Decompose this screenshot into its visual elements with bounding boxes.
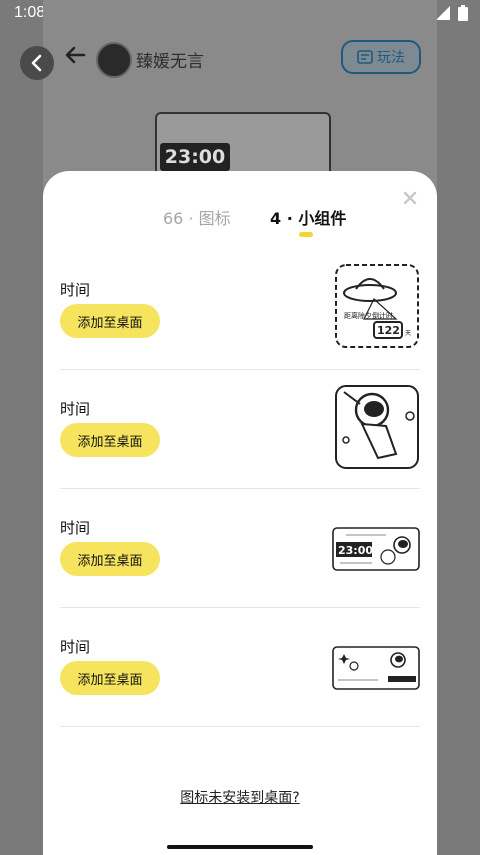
add-to-desktop-button[interactable]: 添加至桌面	[60, 661, 160, 695]
list-item: 时间 添加至桌面 距离除夕倒计时 122 天	[60, 251, 420, 370]
widget-title: 时间	[60, 519, 91, 537]
svg-text:距离除夕倒计时: 距离除夕倒计时	[344, 311, 393, 320]
add-to-desktop-button[interactable]: 添加至桌面	[60, 423, 160, 457]
back-arrow-icon[interactable]	[62, 42, 88, 68]
background-clock: 23:00	[160, 143, 230, 171]
list-item: 时间 添加至桌面 23:00	[60, 489, 420, 608]
list-item: 时间 添加至桌面	[60, 608, 420, 727]
add-to-desktop-button[interactable]: 添加至桌面	[60, 542, 160, 576]
signal-icon	[436, 6, 450, 20]
widget-list: 时间 添加至桌面 距离除夕倒计时 122 天 时间 添加至桌面 时间 添加至桌面…	[60, 251, 420, 727]
widget-title: 时间	[60, 400, 91, 418]
home-indicator[interactable]	[167, 845, 313, 849]
widget-title: 时间	[60, 281, 91, 299]
status-time: 1:08	[14, 4, 46, 21]
user-name: 臻媛无言	[136, 52, 204, 72]
tab-icons[interactable]: 66 · 图标	[163, 205, 231, 229]
svg-text:天: 天	[405, 330, 411, 337]
svg-text:23:00: 23:00	[338, 544, 373, 557]
widget-sheet: 66 · 图标 4 · 小组件 时间 添加至桌面 距离除夕倒计时 122 天 时…	[43, 171, 437, 855]
list-item: 时间 添加至桌面	[60, 370, 420, 489]
battery-icon	[458, 5, 468, 21]
widget-title: 时间	[60, 638, 91, 656]
tab-bar: 66 · 图标 4 · 小组件	[43, 205, 437, 245]
widget-preview-clock[interactable]: 23:00	[332, 527, 420, 571]
chevron-left-icon	[31, 54, 42, 72]
widget-preview-ufo[interactable]: 距离除夕倒计时 122 天	[334, 263, 420, 349]
widget-preview-astronaut[interactable]	[334, 384, 420, 470]
tab-widgets[interactable]: 4 · 小组件	[270, 205, 346, 229]
floating-back-button[interactable]	[20, 46, 54, 80]
card-icon	[357, 50, 373, 64]
svg-text:122: 122	[377, 324, 400, 337]
help-link[interactable]: 图标未安装到桌面?	[43, 787, 437, 807]
add-to-desktop-button[interactable]: 添加至桌面	[60, 304, 160, 338]
close-icon[interactable]	[403, 191, 417, 205]
avatar[interactable]	[96, 42, 132, 78]
tab-indicator	[299, 232, 313, 237]
play-button[interactable]: 玩法	[341, 40, 421, 74]
play-label: 玩法	[377, 50, 405, 66]
widget-preview-stars[interactable]	[332, 646, 420, 690]
